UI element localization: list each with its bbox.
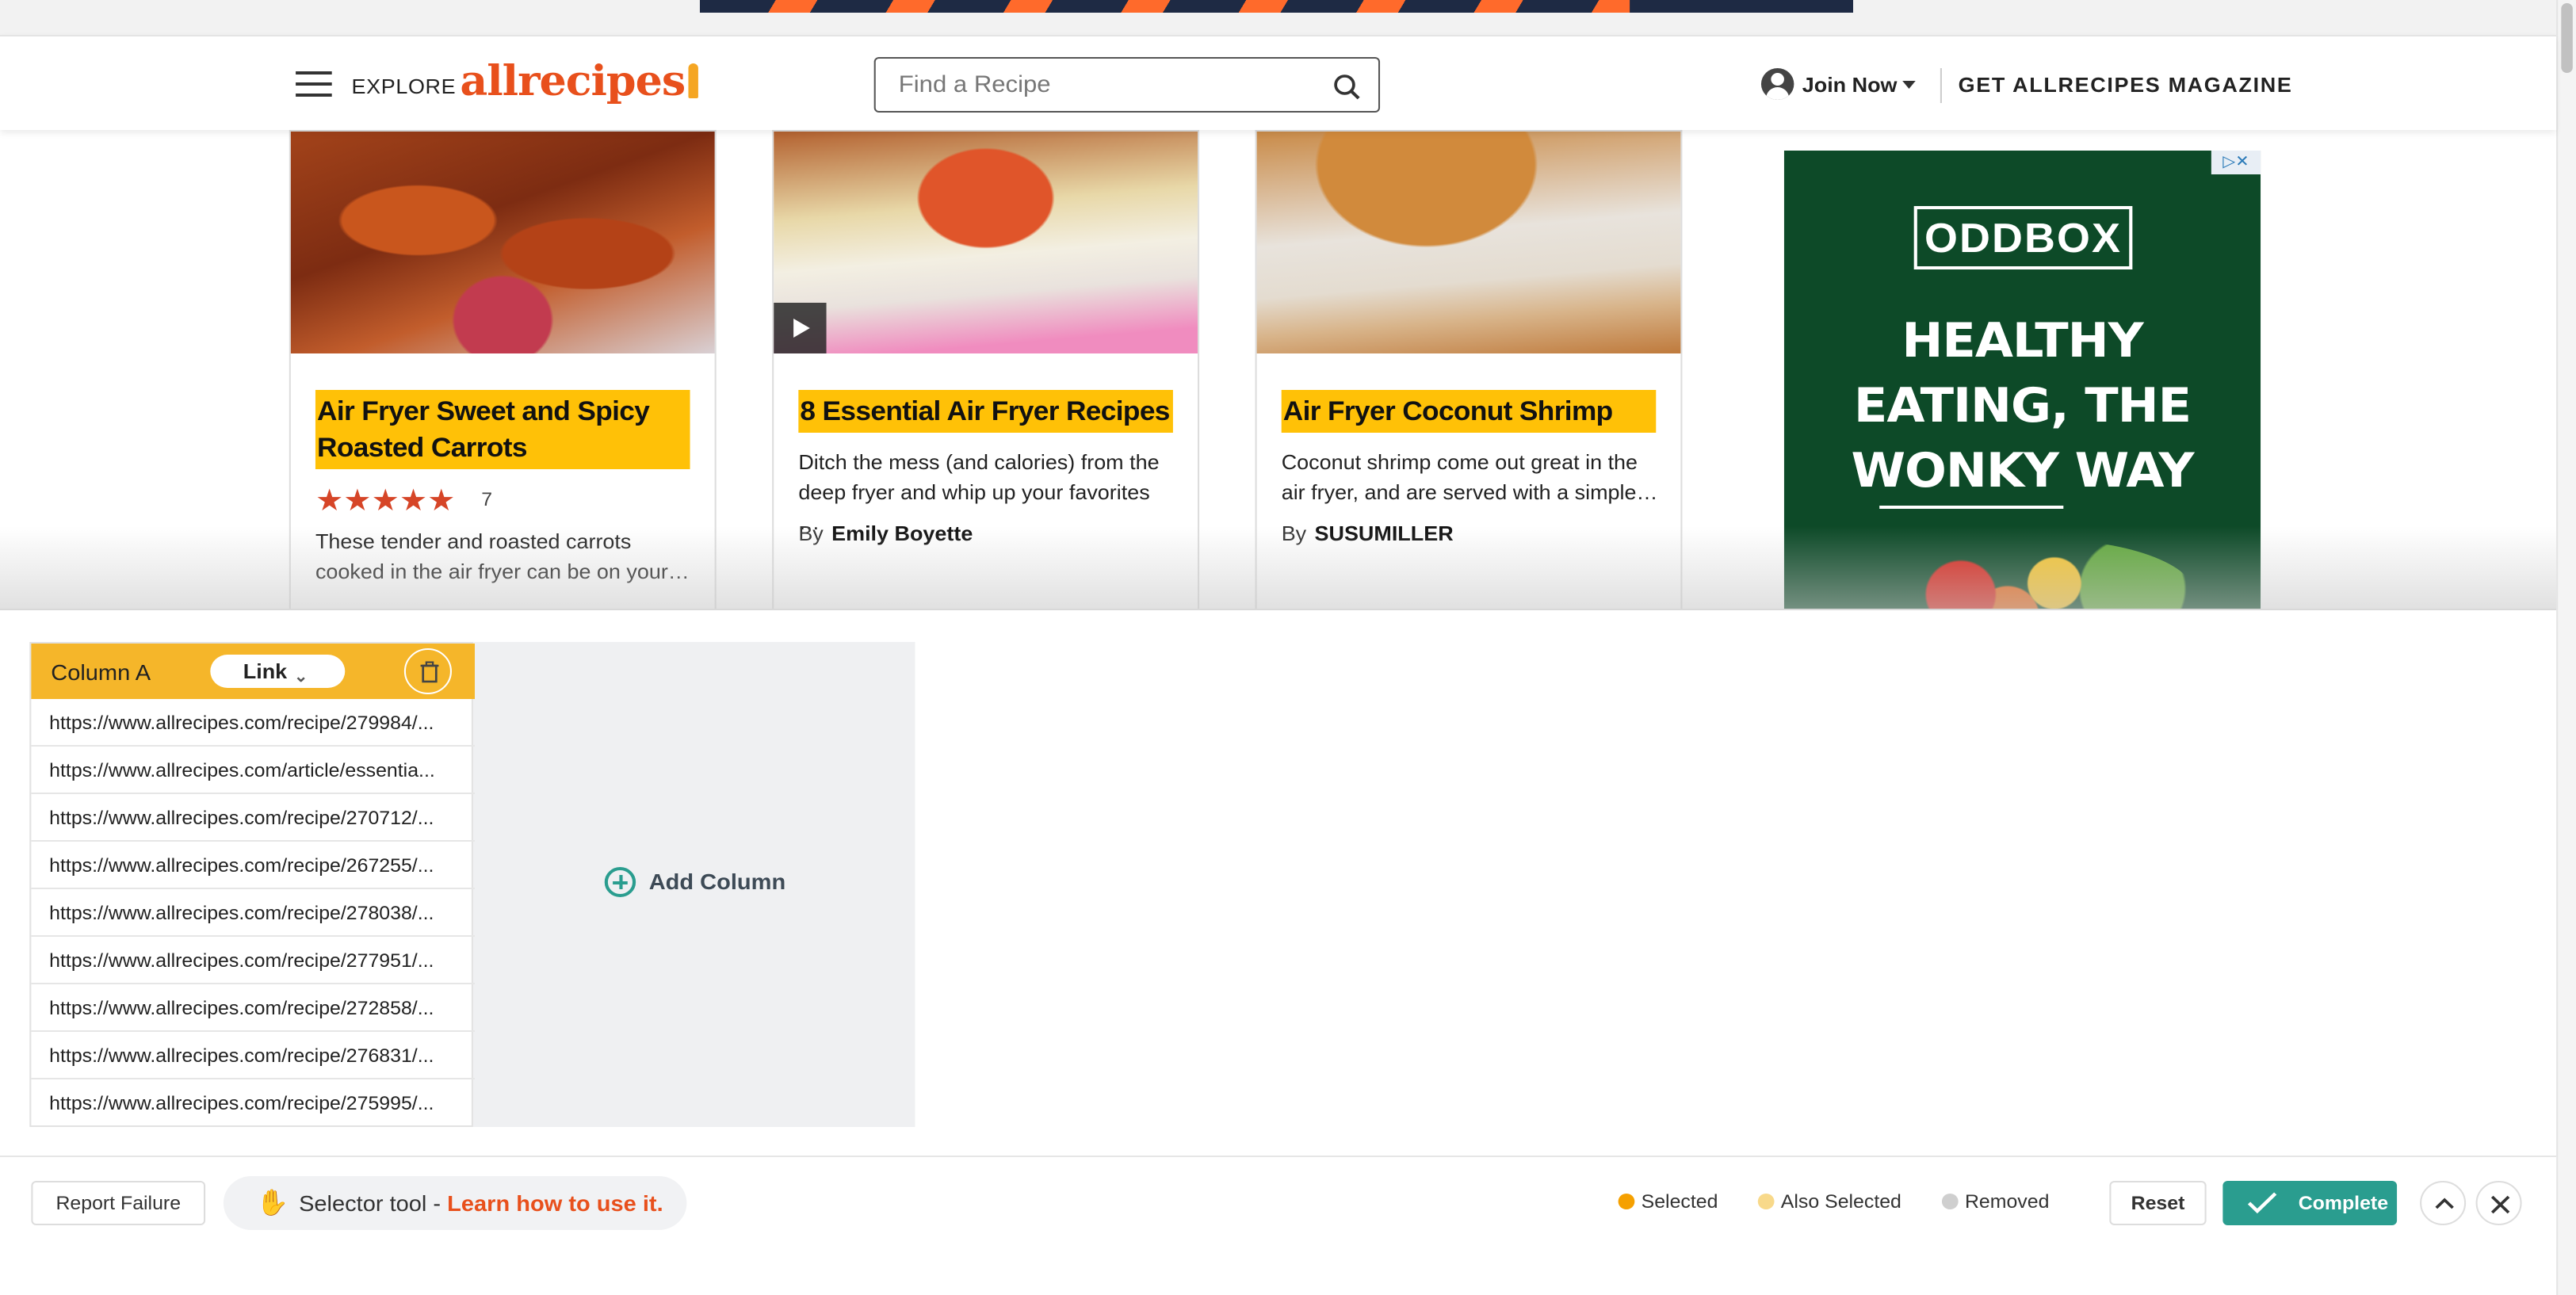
hamburger-icon[interactable] (296, 71, 332, 97)
scrollbar-thumb[interactable] (2561, 3, 2573, 73)
legend-also-selected: Also Selected (1757, 1190, 1901, 1213)
table-row[interactable]: https://www.allrecipes.com/recipe/279984… (31, 699, 476, 747)
recipe-card[interactable]: 8 Essential Air Fryer Recipes Ditch the … (772, 130, 1200, 609)
recipe-image[interactable] (774, 132, 1198, 353)
vegetables-image (1882, 539, 2196, 609)
join-now-button[interactable]: Join Now (1802, 73, 1898, 97)
ad-headline-line: HEALTHY (1901, 314, 2143, 369)
add-column-label: Add Column (648, 869, 786, 894)
columns-area: Column A Link ⌄ https://www.allrecipes.c… (29, 642, 915, 1127)
add-circle-icon (604, 867, 636, 897)
selected-dot-icon (1618, 1194, 1635, 1209)
legend-label: Also Selected (1780, 1190, 1901, 1213)
wave-hand-icon: ✋ (256, 1190, 289, 1217)
column-header: Column A Link ⌄ (31, 644, 476, 699)
collapse-button[interactable] (2420, 1181, 2467, 1225)
legend-selected: Selected (1618, 1190, 1718, 1213)
legend-label: Removed (1964, 1190, 2050, 1213)
header-divider (1940, 68, 1942, 103)
recipe-card[interactable]: Air Fryer Coconut Shrimp Coconut shrimp … (1255, 130, 1683, 609)
column-type-value: Link (243, 659, 288, 683)
allrecipes-logo[interactable]: allrecipes (460, 59, 698, 106)
learn-how-link[interactable]: Learn how to use it. (447, 1190, 663, 1216)
selector-tool-info: ✋ Selector tool - Learn how to use it. (223, 1176, 687, 1230)
recipe-image[interactable] (1256, 132, 1681, 353)
ad-underline (1879, 506, 2064, 509)
explore-link[interactable]: EXPLORE (352, 74, 457, 98)
top-ad-banner[interactable] (699, 0, 1854, 13)
ad-headline-line: EATING, THE (1853, 379, 2192, 434)
tool-footer: Report Failure ✋ Selector tool - Learn ho… (0, 1156, 2557, 1247)
screen: EXPLORE allrecipes Join Now GET ALLRECIP… (0, 0, 2576, 1295)
table-row[interactable]: https://www.allrecipes.com/recipe/275995… (31, 1079, 475, 1127)
table-row[interactable]: https://www.allrecipes.com/recipe/267255… (31, 842, 476, 889)
search-input[interactable] (898, 71, 1309, 98)
close-button[interactable] (2475, 1181, 2522, 1225)
recipe-image[interactable] (290, 132, 715, 353)
byline-prefix: By (1281, 521, 1307, 545)
recipe-title[interactable]: Air Fryer Sweet and Spicy Roasted Carrot… (315, 390, 690, 469)
site-header: EXPLORE allrecipes Join Now GET ALLRECIP… (0, 35, 2557, 130)
column-name[interactable]: Column A (51, 659, 151, 685)
table-row[interactable]: https://www.allrecipes.com/recipe/277951… (31, 937, 476, 984)
recipe-title[interactable]: Air Fryer Coconut Shrimp (1281, 390, 1657, 433)
chevron-down-icon[interactable] (1902, 81, 1916, 89)
search-box (873, 57, 1381, 113)
author-byline: By Emily Boyette (798, 521, 973, 545)
recipe-description: Coconut shrimp come out great in the air… (1281, 450, 1658, 504)
author-name[interactable]: SUSUMILLER (1315, 521, 1454, 545)
recipe-description: These tender and roasted carrots cooked … (315, 529, 690, 583)
side-advertisement[interactable]: ▷✕ ODDBOX HEALTHY EATING, THE WONKY WAY (1783, 151, 2261, 609)
complete-label: Complete (2298, 1192, 2389, 1214)
chevron-up-icon (2435, 1198, 2454, 1209)
table-row[interactable]: https://www.allrecipes.com/recipe/272858… (31, 984, 476, 1032)
add-column-button[interactable]: Add Column (604, 867, 786, 897)
search-icon[interactable] (1332, 73, 1362, 101)
top-ad-strip (0, 0, 2557, 35)
rating-count: 7 (481, 488, 493, 510)
selector-tool-label: Selector tool - (299, 1190, 448, 1216)
removed-dot-icon (1941, 1194, 1959, 1209)
ad-headline-line: WONKY WAY (1851, 444, 2194, 499)
legend-label: Selected (1641, 1190, 1718, 1213)
recipe-card[interactable]: Air Fryer Sweet and Spicy Roasted Carrot… (289, 130, 717, 609)
report-failure-button[interactable]: Report Failure (31, 1181, 206, 1225)
recipe-title[interactable]: 8 Essential Air Fryer Recipes (798, 390, 1173, 433)
trash-icon (420, 661, 439, 683)
magazine-link[interactable]: GET ALLRECIPES MAGAZINE (1959, 73, 2293, 97)
delete-column-button[interactable] (403, 648, 452, 694)
page-content: Air Fryer Sweet and Spicy Roasted Carrot… (0, 130, 2557, 609)
page-scrollbar[interactable] (2556, 0, 2576, 1295)
selector-tool-panel: Column A Link ⌄ https://www.allrecipes.c… (0, 609, 2557, 1295)
table-row[interactable]: https://www.allrecipes.com/recipe/276831… (31, 1032, 476, 1079)
close-icon (2490, 1195, 2510, 1214)
chevron-down-icon: ⌄ (294, 669, 308, 686)
rating-stars: ★★★★★ (315, 485, 456, 518)
table-row[interactable]: https://www.allrecipes.com/recipe/270712… (31, 794, 476, 842)
byline-prefix: By (798, 521, 824, 545)
author-byline: By SUSUMILLER (1282, 521, 1454, 545)
account-icon[interactable] (1760, 68, 1794, 100)
table-row[interactable]: https://www.allrecipes.com/article/essen… (31, 747, 476, 794)
complete-button[interactable]: Complete (2222, 1181, 2398, 1225)
also-selected-dot-icon (1757, 1194, 1775, 1209)
ad-choices-icon[interactable]: ▷✕ (2211, 151, 2261, 174)
logo-text: allrecipes (460, 59, 686, 106)
column-a: Column A Link ⌄ https://www.allrecipes.c… (29, 642, 476, 1127)
play-icon[interactable] (774, 303, 827, 353)
check-icon (2247, 1192, 2277, 1214)
reset-button[interactable]: Reset (2109, 1181, 2207, 1225)
legend-removed: Removed (1941, 1190, 2050, 1213)
ad-brand: ODDBOX (1913, 206, 2133, 269)
spoon-icon (688, 63, 698, 98)
author-name[interactable]: Emily Boyette (831, 521, 973, 545)
column-type-select[interactable]: Link ⌄ (210, 655, 346, 688)
table-row[interactable]: https://www.allrecipes.com/recipe/278038… (31, 889, 476, 937)
